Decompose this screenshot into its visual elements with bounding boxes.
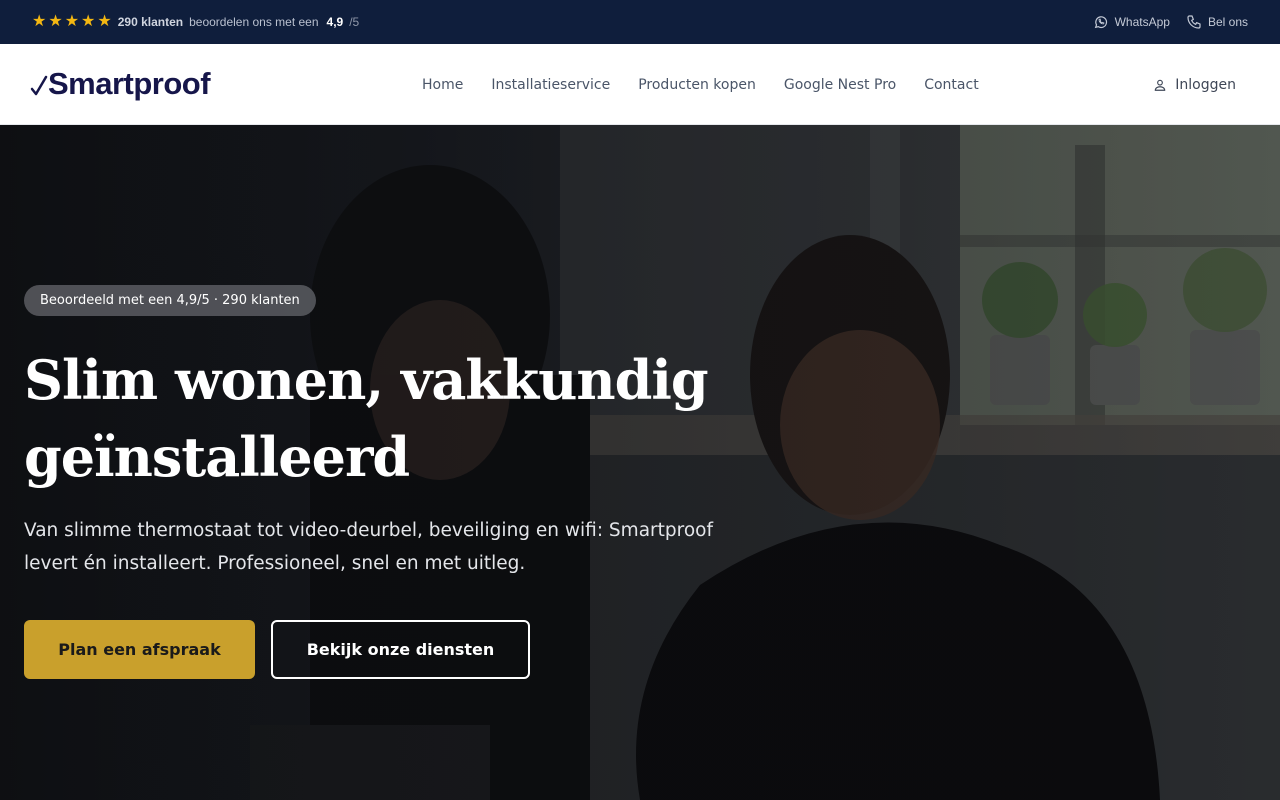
whatsapp-icon [1094,16,1107,29]
star-rating: ★ ★ ★ ★ ★ [32,14,112,30]
top-contact-links: WhatsApp Bel ons [1093,14,1248,30]
phone-icon [1187,15,1201,29]
star-icon: ★ [48,13,63,30]
hero-content: Beoordeeld met een 4,9/5 · 290 klanten S… [24,285,744,679]
hero-title-line2: geïnstalleerd [24,425,410,489]
whatsapp-label: WhatsApp [1114,15,1170,29]
login-link[interactable]: Inloggen [1153,44,1236,125]
login-label: Inloggen [1175,76,1236,93]
view-services-button[interactable]: Bekijk onze diensten [271,620,530,679]
hero-title-line1: Slim wonen, vakkundig [24,348,709,412]
rating-text: beoordelen ons met een [189,15,319,29]
hero-section: Beoordeeld met een 4,9/5 · 290 klanten S… [0,125,1280,800]
rating-score: 4,9 [326,15,344,29]
call-label: Bel ons [1207,15,1248,29]
whatsapp-link[interactable]: WhatsApp [1093,14,1170,30]
checkmark-icon [30,75,48,96]
logo-text: Smartproof [48,66,211,101]
nav-installatieservice[interactable]: Installatieservice [491,77,610,93]
hero-title: Slim wonen, vakkundig geïnstalleerd [24,342,744,496]
rating-summary: ★ ★ ★ ★ ★ 290 klanten beoordelen ons met… [32,14,359,30]
hero-cta-row: Plan een afspraak Bekijk onze diensten [24,620,744,679]
nav-google-nest-pro[interactable]: Google Nest Pro [784,77,896,93]
star-icon: ★ [81,13,96,30]
rating-badge: Beoordeeld met een 4,9/5 · 290 klanten [24,285,316,316]
nav-producten-kopen[interactable]: Producten kopen [638,77,756,93]
rating-count: 290 klanten [117,15,184,29]
star-icon: ★ [64,13,80,30]
site-header: Smartproof Home Installatieservice Produ… [0,44,1280,125]
star-icon: ★ [32,13,47,30]
rating-outof: /5 [349,15,360,29]
star-icon: ★ [97,13,112,30]
top-bar: ★ ★ ★ ★ ★ 290 klanten beoordelen ons met… [0,0,1280,44]
plan-appointment-button[interactable]: Plan een afspraak [24,620,255,679]
call-link[interactable]: Bel ons [1186,14,1248,30]
nav-contact[interactable]: Contact [924,77,978,93]
hero-subtitle: Van slimme thermostaat tot video-deurbel… [24,520,713,574]
main-nav: Home Installatieservice Producten kopen … [422,44,979,125]
user-icon [1155,79,1166,91]
nav-home[interactable]: Home [422,77,463,93]
logo[interactable]: Smartproof [30,66,211,102]
